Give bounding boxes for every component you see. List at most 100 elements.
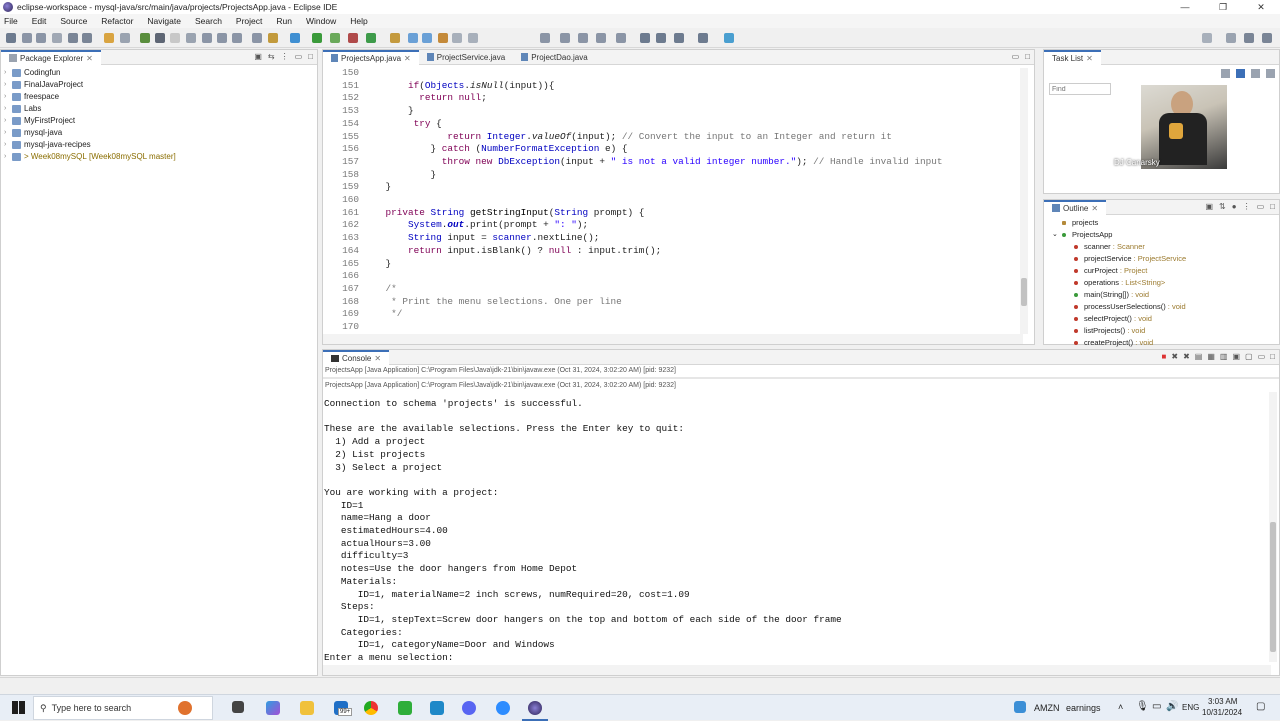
toggle-mark-icon[interactable] (540, 33, 550, 43)
expand-icon[interactable]: › (4, 151, 12, 163)
back-icon[interactable] (640, 33, 650, 43)
code-line[interactable]: 160 (323, 194, 363, 207)
menu-source[interactable]: Source (60, 16, 87, 26)
chevron-up-icon[interactable]: ˄ (1118, 702, 1123, 712)
collapse-all-icon[interactable]: ▣ (254, 52, 262, 61)
open-console-icon[interactable]: ▢ (1245, 352, 1253, 361)
outline-item[interactable]: curProject : Project (1048, 265, 1279, 277)
maximize-view-icon[interactable]: □ (308, 52, 313, 61)
project-item[interactable]: › mysql-java (4, 127, 317, 139)
stock-label[interactable]: earnings (1066, 703, 1101, 713)
menu-window[interactable]: Window (306, 16, 336, 26)
discord-icon[interactable] (462, 701, 476, 715)
print-icon[interactable] (52, 33, 62, 43)
task-view-icon[interactable] (232, 701, 244, 713)
code-line[interactable]: 154 try { (323, 118, 442, 131)
outline-item[interactable]: operations : List<String> (1048, 277, 1279, 289)
code-line[interactable]: 164 return input.isBlank() ? null : inpu… (323, 245, 661, 258)
app-icon[interactable] (430, 701, 444, 715)
project-item[interactable]: › freespace (4, 91, 317, 103)
debug-run-icon[interactable] (290, 33, 300, 43)
code-line[interactable]: 157 throw new DbException(input + " is n… (323, 156, 942, 169)
perspective-debug-icon[interactable] (1244, 33, 1254, 43)
line-icon[interactable] (398, 701, 412, 715)
code-line[interactable]: 168 * Print the menu selections. One per… (323, 296, 622, 309)
volume-icon[interactable]: 🔊 (1166, 701, 1178, 712)
perspective-git-icon[interactable] (1262, 33, 1272, 43)
maximize-button[interactable]: ❐ (1204, 0, 1242, 14)
editor-vscrollbar[interactable] (1020, 68, 1028, 334)
zoom-icon[interactable] (496, 701, 510, 715)
step-return-icon[interactable] (232, 33, 242, 43)
expand-icon[interactable]: › (4, 127, 12, 139)
code-line[interactable]: 150 (323, 67, 363, 80)
console-vscroll-thumb[interactable] (1270, 522, 1276, 652)
save-all-icon[interactable] (36, 33, 46, 43)
code-line[interactable]: 158 } (323, 169, 436, 182)
code-line[interactable]: 167 /* (323, 283, 397, 296)
project-item[interactable]: › > Week08mySQL [Week08mySQL master] (4, 151, 317, 163)
suspend-icon[interactable] (155, 33, 165, 43)
menu-search[interactable]: Search (195, 16, 222, 26)
minimize-view-icon[interactable]: ▭ (1012, 52, 1020, 61)
show-whitespace-icon[interactable] (596, 33, 606, 43)
close-tab-icon[interactable]: ✕ (86, 52, 93, 65)
tab-projectservice-java[interactable]: ProjectService.java (419, 50, 513, 65)
microphone-icon[interactable]: 🎙 (1136, 701, 1149, 712)
external-tools-icon[interactable] (348, 33, 358, 43)
pen-icon[interactable] (468, 33, 478, 43)
tab-task-list[interactable]: Task List ✕ (1044, 49, 1101, 65)
project-item[interactable]: › Labs (4, 103, 317, 115)
project-item[interactable]: › FinalJavaProject (4, 79, 317, 91)
minimize-view-icon[interactable]: ▭ (1257, 202, 1265, 211)
expand-icon[interactable]: › (4, 79, 12, 91)
focus-icon[interactable] (1251, 69, 1260, 78)
perspective-java-icon[interactable] (1226, 33, 1236, 43)
outline-item[interactable]: projectService : ProjectService (1048, 253, 1279, 265)
pin-editor-icon[interactable] (698, 33, 708, 43)
network-icon[interactable]: ▭ (1152, 701, 1161, 712)
expand-icon[interactable]: › (4, 139, 12, 151)
eclipse-taskbar-icon[interactable] (528, 701, 542, 715)
outline-item[interactable]: selectProject() : void (1048, 313, 1279, 325)
outline-item[interactable]: scanner : Scanner (1048, 241, 1279, 253)
close-tab-icon[interactable]: ✕ (1086, 52, 1093, 65)
hide-fields-icon[interactable]: ● (1232, 202, 1237, 211)
chrome-icon[interactable] (364, 701, 378, 715)
disconnect-icon[interactable] (186, 33, 196, 43)
outline-item[interactable]: listProjects() : void (1048, 325, 1279, 337)
edit-icon[interactable] (452, 33, 462, 43)
filter-icon[interactable] (1236, 69, 1245, 78)
outline-item[interactable]: main(String[]) : void (1048, 289, 1279, 301)
expand-icon[interactable]: › (4, 115, 12, 127)
code-line[interactable]: 155 return Integer.valueOf(input); // Co… (323, 131, 892, 144)
expand-icon[interactable]: › (4, 103, 12, 115)
resume-icon[interactable] (140, 33, 150, 43)
clock-time[interactable]: 3:03 AM (1208, 697, 1237, 706)
word-wrap-icon[interactable]: ▦ (1207, 352, 1215, 361)
project-item[interactable]: › mysql-java-recipes (4, 139, 317, 151)
code-editor[interactable]: 150 151 if(Objects.isNull(input)){152 ret… (323, 65, 1034, 331)
outline-item[interactable]: ⌄ ProjectsApp (1048, 229, 1279, 241)
code-line[interactable]: 170 (323, 321, 363, 331)
tab-package-explorer[interactable]: Package Explorer ✕ (1, 49, 101, 65)
use-step-filters-icon[interactable] (268, 33, 278, 43)
coverage-icon[interactable] (330, 33, 340, 43)
search-toolbar-icon[interactable] (1202, 33, 1212, 43)
maximize-view-icon[interactable]: □ (1270, 202, 1275, 211)
new-icon[interactable] (6, 33, 16, 43)
view-menu-icon[interactable]: ⋮ (1243, 202, 1251, 211)
save-icon[interactable] (22, 33, 32, 43)
code-line[interactable]: 166 (323, 270, 363, 283)
tab-projectdao-java[interactable]: ProjectDao.java (513, 50, 595, 65)
block-selection-icon[interactable] (578, 33, 588, 43)
collapse-all-icon[interactable]: ▣ (1205, 202, 1213, 211)
clock-date[interactable]: 10/31/2024 (1202, 708, 1242, 717)
step-over-icon[interactable] (217, 33, 227, 43)
open-task-icon[interactable] (422, 33, 432, 43)
search-icon[interactable] (438, 33, 448, 43)
code-line[interactable]: 162 System.out.print(prompt + ": "); (323, 219, 588, 232)
menu-refactor[interactable]: Refactor (101, 16, 133, 26)
expand-icon[interactable]: ⌄ (1052, 229, 1062, 241)
debug-icon[interactable] (120, 33, 130, 43)
